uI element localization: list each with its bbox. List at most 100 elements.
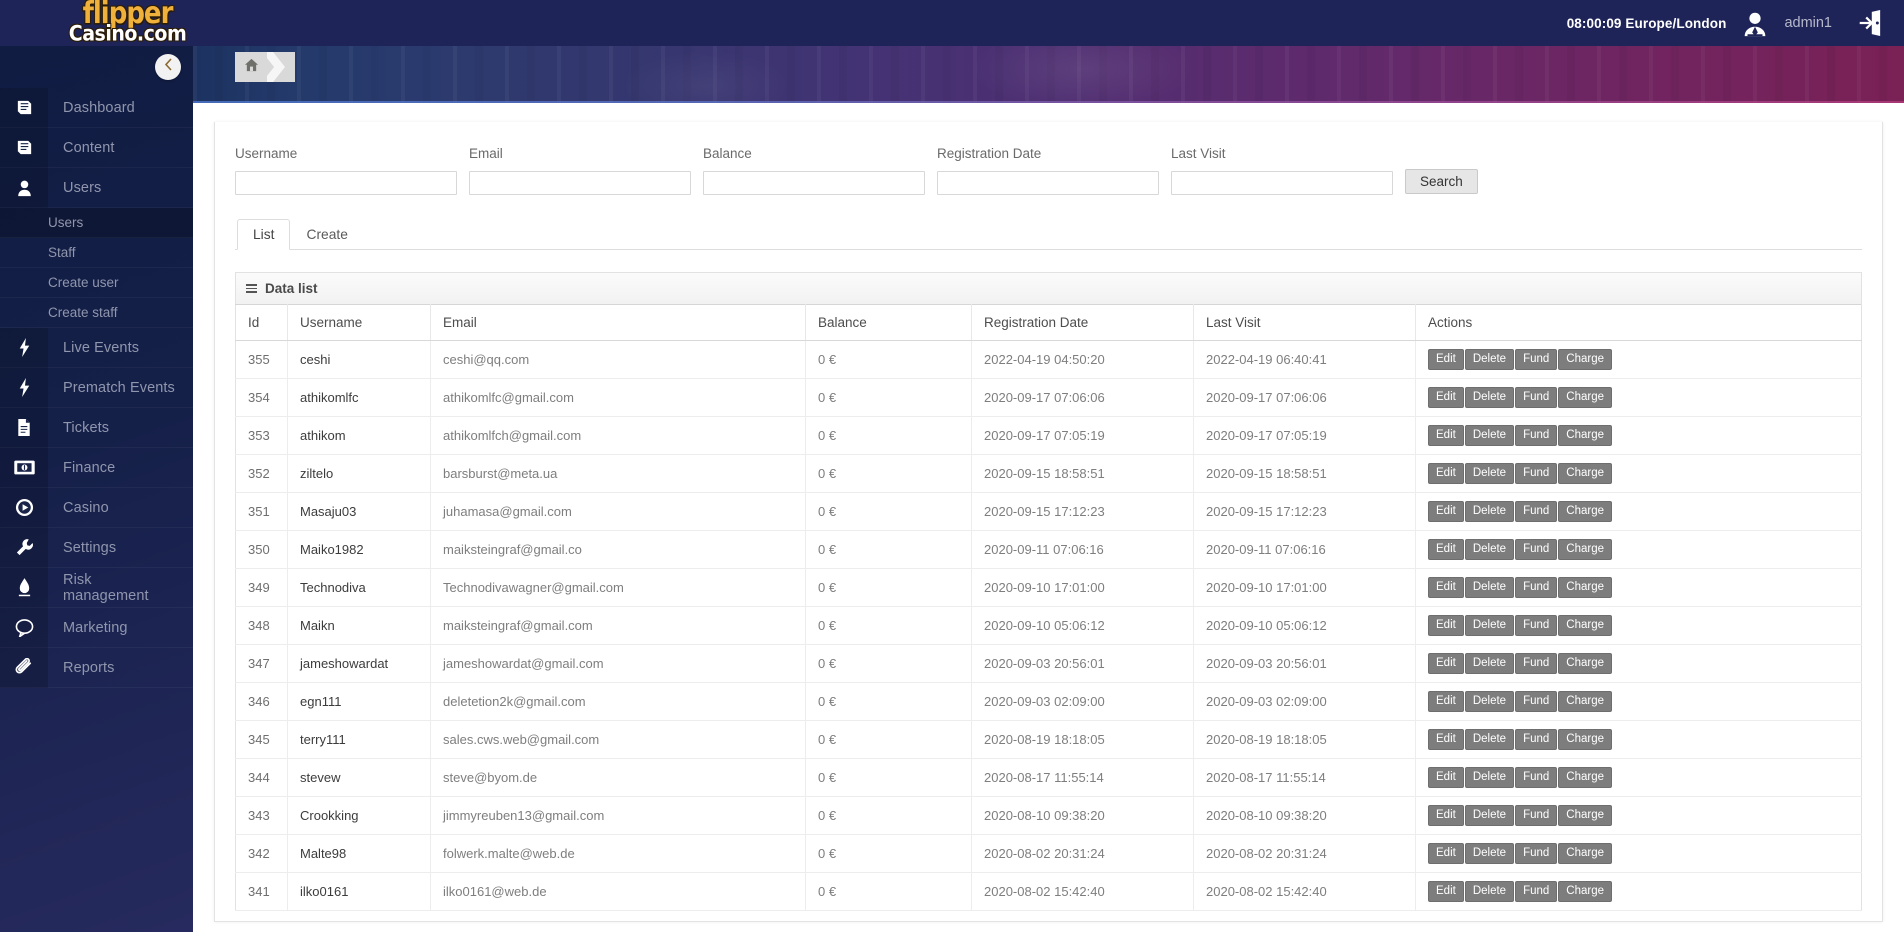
delete-button[interactable]: Delete bbox=[1464, 881, 1515, 902]
col-header-email[interactable]: Email bbox=[430, 304, 806, 341]
col-header-registration-date[interactable]: Registration Date bbox=[971, 304, 1194, 341]
delete-button[interactable]: Delete bbox=[1464, 691, 1515, 712]
charge-button[interactable]: Charge bbox=[1558, 653, 1613, 674]
sidebar-item-live-events[interactable]: Live Events bbox=[0, 327, 193, 368]
search-input-last-visit[interactable] bbox=[1171, 171, 1393, 195]
charge-button[interactable]: Charge bbox=[1558, 387, 1613, 408]
edit-button[interactable]: Edit bbox=[1428, 653, 1464, 674]
cell-last-visit: 2020-09-11 07:06:16 bbox=[1193, 530, 1416, 569]
fund-button[interactable]: Fund bbox=[1515, 501, 1558, 522]
col-header-balance[interactable]: Balance bbox=[805, 304, 972, 341]
sidebar-subitem-create-staff[interactable]: Create staff bbox=[0, 298, 193, 328]
sidebar-item-users[interactable]: Users bbox=[0, 167, 193, 208]
charge-button[interactable]: Charge bbox=[1558, 767, 1613, 788]
fund-button[interactable]: Fund bbox=[1515, 577, 1558, 598]
fund-button[interactable]: Fund bbox=[1515, 767, 1558, 788]
edit-button[interactable]: Edit bbox=[1428, 691, 1464, 712]
logout-door-icon[interactable] bbox=[1846, 9, 1882, 37]
delete-button[interactable]: Delete bbox=[1464, 425, 1515, 446]
sidebar-item-reports[interactable]: Reports bbox=[0, 647, 193, 688]
edit-button[interactable]: Edit bbox=[1428, 577, 1464, 598]
delete-button[interactable]: Delete bbox=[1464, 653, 1515, 674]
sidebar-item-casino[interactable]: Casino bbox=[0, 487, 193, 528]
search-input-registration-date[interactable] bbox=[937, 171, 1159, 195]
sidebar-item-dashboard[interactable]: Dashboard bbox=[0, 87, 193, 128]
brand-logo-line2: Casino.com bbox=[68, 21, 187, 47]
charge-button[interactable]: Charge bbox=[1558, 501, 1613, 522]
delete-button[interactable]: Delete bbox=[1464, 615, 1515, 636]
col-header-last-visit[interactable]: Last Visit bbox=[1193, 304, 1416, 341]
delete-button[interactable]: Delete bbox=[1464, 501, 1515, 522]
charge-button[interactable]: Charge bbox=[1558, 881, 1613, 902]
charge-button[interactable]: Charge bbox=[1558, 805, 1613, 826]
fund-button[interactable]: Fund bbox=[1515, 805, 1558, 826]
edit-button[interactable]: Edit bbox=[1428, 425, 1464, 446]
sidebar-item-risk-management[interactable]: Risk management bbox=[0, 567, 193, 608]
charge-button[interactable]: Charge bbox=[1558, 843, 1613, 864]
sidebar-subitem-create-user[interactable]: Create user bbox=[0, 268, 193, 298]
fund-button[interactable]: Fund bbox=[1515, 881, 1558, 902]
edit-button[interactable]: Edit bbox=[1428, 615, 1464, 636]
search-input-balance[interactable] bbox=[703, 171, 925, 195]
tab-create[interactable]: Create bbox=[290, 219, 363, 250]
delete-button[interactable]: Delete bbox=[1464, 539, 1515, 560]
cell-id: 341 bbox=[235, 872, 288, 911]
edit-button[interactable]: Edit bbox=[1428, 387, 1464, 408]
sidebar-subitem-users[interactable]: Users bbox=[0, 208, 193, 238]
edit-button[interactable]: Edit bbox=[1428, 729, 1464, 750]
search-input-email[interactable] bbox=[469, 171, 691, 195]
col-header-id[interactable]: Id bbox=[235, 304, 288, 341]
edit-button[interactable]: Edit bbox=[1428, 767, 1464, 788]
brand-logo[interactable]: flipper Casino.com bbox=[0, 0, 235, 46]
delete-button[interactable]: Delete bbox=[1464, 349, 1515, 370]
fund-button[interactable]: Fund bbox=[1515, 691, 1558, 712]
charge-button[interactable]: Charge bbox=[1558, 691, 1613, 712]
charge-button[interactable]: Charge bbox=[1558, 463, 1613, 484]
edit-button[interactable]: Edit bbox=[1428, 463, 1464, 484]
search-button[interactable]: Search bbox=[1405, 169, 1478, 194]
sidebar-item-finance[interactable]: Finance bbox=[0, 447, 193, 488]
fund-button[interactable]: Fund bbox=[1515, 349, 1558, 370]
fund-button[interactable]: Fund bbox=[1515, 653, 1558, 674]
field-email: Email bbox=[469, 146, 691, 195]
fund-button[interactable]: Fund bbox=[1515, 463, 1558, 484]
sidebar-subitem-staff[interactable]: Staff bbox=[0, 238, 193, 268]
fund-button[interactable]: Fund bbox=[1515, 387, 1558, 408]
search-input-username[interactable] bbox=[235, 171, 457, 195]
cell-registration-date: 2020-09-15 17:12:23 bbox=[971, 492, 1194, 531]
fund-button[interactable]: Fund bbox=[1515, 843, 1558, 864]
delete-button[interactable]: Delete bbox=[1464, 387, 1515, 408]
delete-button[interactable]: Delete bbox=[1464, 805, 1515, 826]
edit-button[interactable]: Edit bbox=[1428, 843, 1464, 864]
sidebar-collapse-button[interactable] bbox=[155, 54, 181, 80]
tab-list[interactable]: List bbox=[237, 219, 291, 250]
sidebar-item-tickets[interactable]: Tickets bbox=[0, 407, 193, 448]
charge-button[interactable]: Charge bbox=[1558, 577, 1613, 598]
delete-button[interactable]: Delete bbox=[1464, 843, 1515, 864]
sidebar-item-settings[interactable]: Settings bbox=[0, 527, 193, 568]
charge-button[interactable]: Charge bbox=[1558, 425, 1613, 446]
fund-button[interactable]: Fund bbox=[1515, 615, 1558, 636]
delete-button[interactable]: Delete bbox=[1464, 729, 1515, 750]
cell-actions: Edit Delete Fund Charge bbox=[1415, 644, 1862, 683]
fund-button[interactable]: Fund bbox=[1515, 539, 1558, 560]
sidebar-item-content[interactable]: Content bbox=[0, 127, 193, 168]
charge-button[interactable]: Charge bbox=[1558, 349, 1613, 370]
sidebar-item-marketing[interactable]: Marketing bbox=[0, 607, 193, 648]
col-header-username[interactable]: Username bbox=[287, 304, 431, 341]
delete-button[interactable]: Delete bbox=[1464, 767, 1515, 788]
fund-button[interactable]: Fund bbox=[1515, 425, 1558, 446]
edit-button[interactable]: Edit bbox=[1428, 805, 1464, 826]
charge-button[interactable]: Charge bbox=[1558, 615, 1613, 636]
edit-button[interactable]: Edit bbox=[1428, 539, 1464, 560]
edit-button[interactable]: Edit bbox=[1428, 349, 1464, 370]
delete-button[interactable]: Delete bbox=[1464, 463, 1515, 484]
edit-button[interactable]: Edit bbox=[1428, 501, 1464, 522]
delete-button[interactable]: Delete bbox=[1464, 577, 1515, 598]
charge-button[interactable]: Charge bbox=[1558, 729, 1613, 750]
charge-button[interactable]: Charge bbox=[1558, 539, 1613, 560]
edit-button[interactable]: Edit bbox=[1428, 881, 1464, 902]
breadcrumb-home-button[interactable] bbox=[235, 52, 267, 82]
fund-button[interactable]: Fund bbox=[1515, 729, 1558, 750]
sidebar-item-prematch-events[interactable]: Prematch Events bbox=[0, 367, 193, 408]
